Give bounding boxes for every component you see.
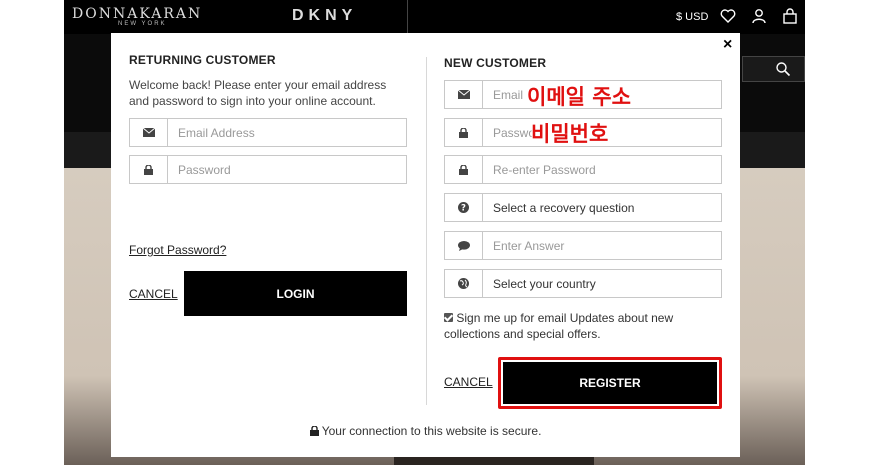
secure-text: Your connection to this website is secur…	[321, 424, 542, 438]
email-korean-annotation: 이메일 주소	[526, 84, 631, 110]
recovery-question-select[interactable]: ? Select a recovery question	[444, 193, 722, 222]
close-icon[interactable]: ×	[723, 36, 732, 54]
recovery-question-value: Select a recovery question	[493, 200, 635, 215]
reenter-password-placeholder: Re-enter Password	[493, 162, 596, 177]
register-cancel-link[interactable]: CANCEL	[444, 375, 493, 389]
donna-karan-logo-sub: NEW YORK	[118, 21, 167, 27]
secure-connection-notice: Your connection to this website is secur…	[111, 424, 740, 438]
top-divider	[407, 0, 408, 34]
heart-icon[interactable]	[720, 8, 736, 24]
register-email-placeholder: Email	[493, 87, 524, 102]
new-customer-heading: NEW CUSTOMER	[444, 56, 547, 70]
lock-icon	[445, 156, 483, 183]
recovery-answer-placeholder: Enter Answer	[493, 238, 565, 253]
login-button[interactable]: LOGIN	[184, 271, 407, 316]
returning-intro-text: Welcome back! Please enter your email ad…	[129, 78, 387, 108]
globe-icon	[445, 270, 483, 297]
column-divider	[426, 57, 427, 405]
lock-icon	[445, 119, 483, 146]
dkny-logo[interactable]: DKNY	[292, 7, 357, 25]
lock-icon	[309, 425, 319, 436]
forgot-password-link[interactable]: Forgot Password?	[129, 243, 226, 257]
signup-checkbox[interactable]	[444, 313, 453, 322]
country-select[interactable]: Select your country	[444, 269, 722, 298]
lock-icon	[130, 156, 168, 183]
recovery-answer-field[interactable]: Enter Answer	[444, 231, 722, 260]
login-password-field[interactable]: Password	[129, 155, 407, 184]
login-password-placeholder: Password	[178, 162, 231, 177]
search-box[interactable]	[742, 56, 805, 82]
screenshot: DONNAKARAN NEW YORK DKNY $ USD × RETURNI…	[0, 0, 870, 465]
returning-customer-section: RETURNING CUSTOMER Welcome back! Please …	[129, 33, 409, 457]
country-value: Select your country	[493, 276, 596, 291]
search-icon[interactable]	[775, 61, 791, 77]
reenter-password-field[interactable]: Re-enter Password	[444, 155, 722, 184]
register-button[interactable]: REGISTER	[503, 362, 717, 404]
speech-bubble-icon	[445, 232, 483, 259]
returning-customer-heading: RETURNING CUSTOMER	[129, 53, 276, 67]
top-bar: DONNAKARAN NEW YORK DKNY $ USD	[64, 0, 805, 34]
envelope-icon	[130, 119, 168, 146]
email-signup-row[interactable]: Sign me up for email Updates about new c…	[444, 310, 714, 342]
login-email-field[interactable]: Email Address	[129, 118, 407, 147]
login-cancel-link[interactable]: CANCEL	[129, 287, 178, 301]
register-password-placeholder: Passwo	[493, 125, 536, 140]
signup-text: Sign me up for email Updates about new c…	[444, 311, 674, 341]
question-icon: ?	[445, 194, 483, 221]
envelope-icon	[445, 81, 483, 108]
currency-selector[interactable]: $ USD	[676, 11, 708, 23]
donna-karan-logo[interactable]: DONNAKARAN	[72, 6, 202, 22]
user-icon[interactable]	[751, 8, 767, 24]
password-korean-annotation: 비밀번호	[530, 121, 609, 147]
login-email-placeholder: Email Address	[178, 125, 255, 140]
sign-in-modal: × RETURNING CUSTOMER Welcome back! Pleas…	[111, 33, 740, 457]
bag-icon[interactable]	[782, 8, 798, 24]
svg-text:?: ?	[461, 204, 466, 213]
